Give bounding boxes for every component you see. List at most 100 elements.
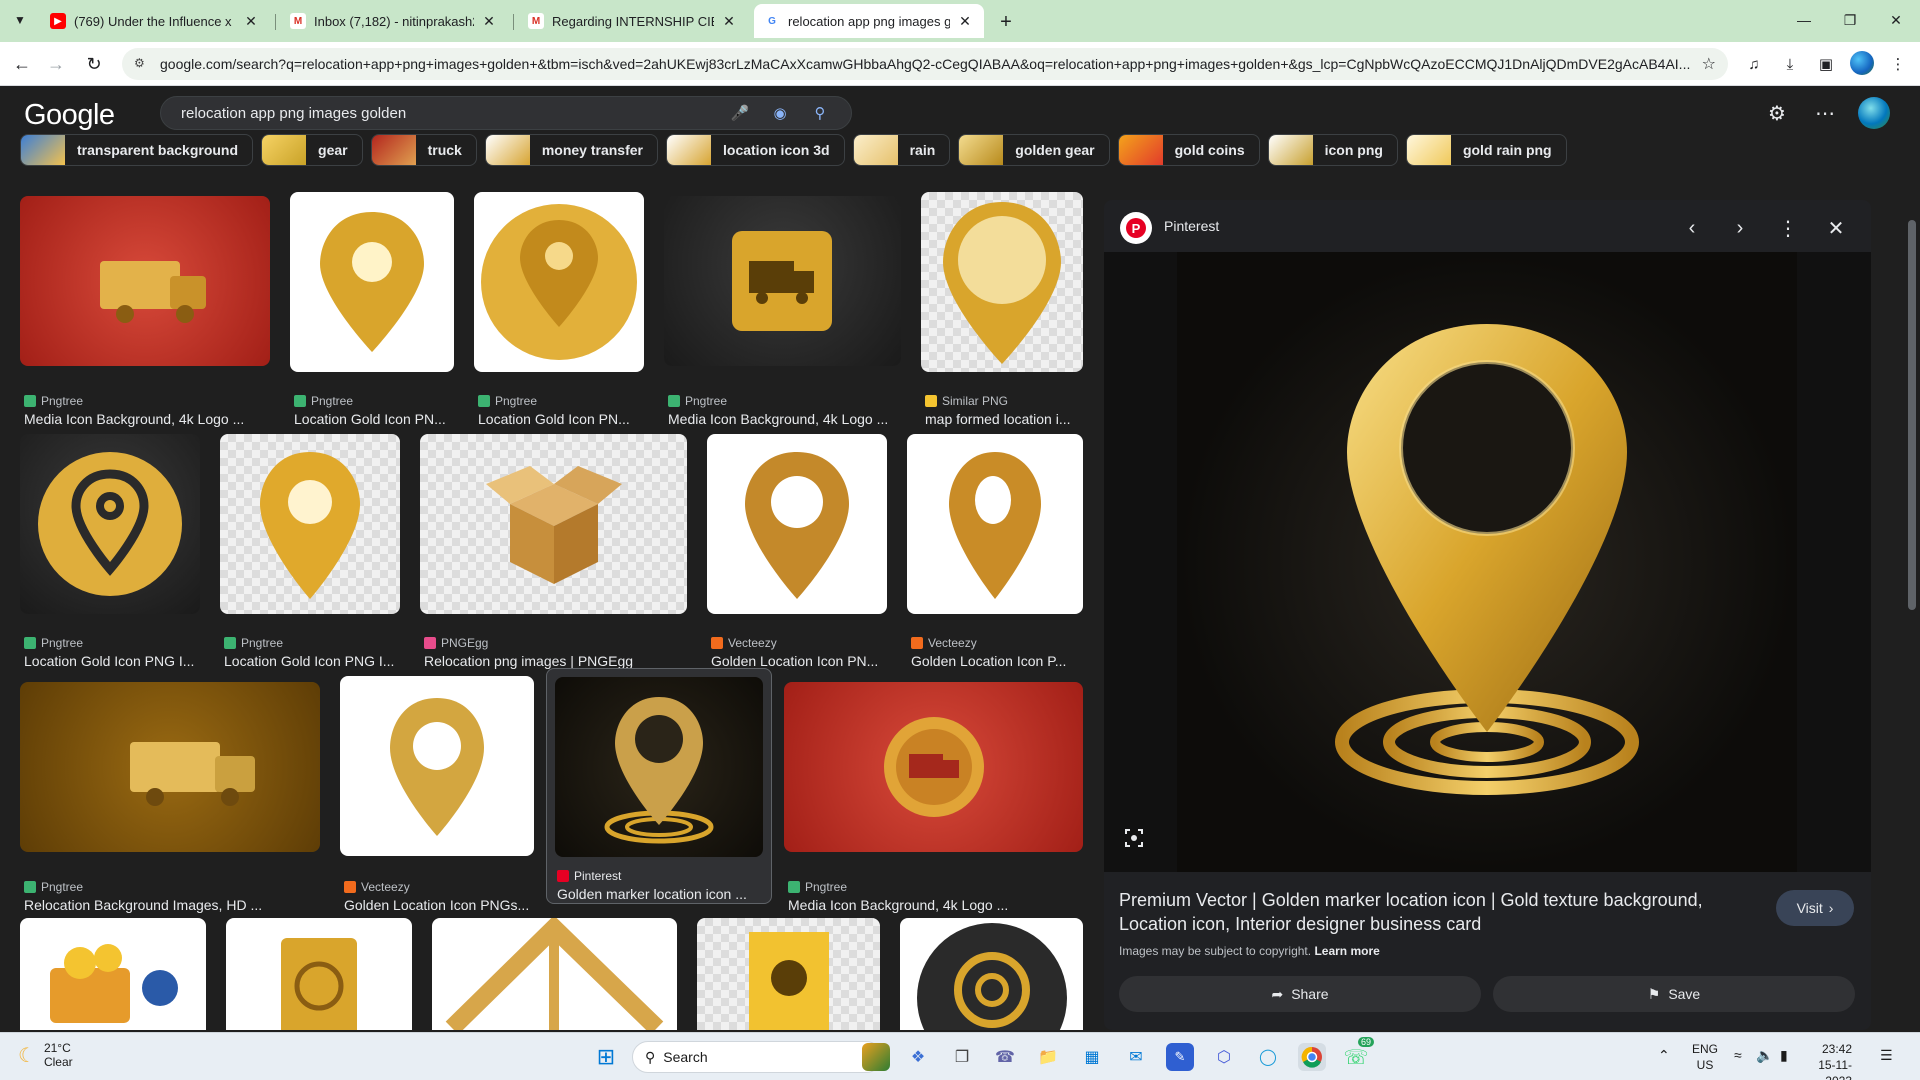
result-title[interactable]: Golden Location Icon PN... bbox=[711, 653, 887, 669]
result-card[interactable]: Vecteezy Golden Location Icon PN... bbox=[707, 434, 887, 669]
result-thumbnail[interactable] bbox=[340, 676, 534, 856]
chip-golden-gear[interactable]: golden gear bbox=[958, 134, 1110, 166]
result-title[interactable]: Media Icon Background, 4k Logo ... bbox=[24, 411, 270, 427]
chip-gear[interactable]: gear bbox=[261, 134, 363, 166]
edge-browser-icon[interactable]: ◯ bbox=[1254, 1043, 1282, 1071]
mail-icon[interactable]: ✉ bbox=[1122, 1043, 1150, 1071]
lens-search-icon[interactable] bbox=[1120, 824, 1148, 852]
result-card[interactable] bbox=[226, 918, 412, 1030]
lens-search-icon[interactable]: ◉ bbox=[769, 102, 791, 124]
page-scrollbar[interactable] bbox=[1906, 200, 1918, 1030]
result-thumbnail[interactable] bbox=[20, 682, 320, 852]
result-thumbnail[interactable] bbox=[420, 434, 687, 614]
result-title[interactable]: Media Icon Background, 4k Logo ... bbox=[668, 411, 901, 427]
result-thumbnail[interactable] bbox=[555, 677, 763, 857]
google-logo[interactable]: Google bbox=[24, 99, 115, 132]
back-arrow-icon[interactable]: ← bbox=[8, 50, 36, 78]
result-thumbnail[interactable] bbox=[220, 434, 400, 614]
previous-result-icon[interactable]: ‹ bbox=[1676, 212, 1708, 244]
result-thumbnail[interactable] bbox=[290, 192, 454, 372]
result-card[interactable] bbox=[900, 918, 1083, 1030]
volume-icon[interactable]: 🔈 bbox=[1756, 1047, 1773, 1064]
more-options-icon[interactable]: ⋮ bbox=[1772, 212, 1804, 244]
result-thumbnail[interactable] bbox=[20, 918, 206, 1030]
chip-truck[interactable]: truck bbox=[370, 134, 477, 166]
result-thumbnail[interactable] bbox=[226, 918, 412, 1030]
settings-gear-icon[interactable]: ⚙ bbox=[1764, 100, 1790, 126]
result-thumbnail[interactable] bbox=[900, 918, 1083, 1030]
result-card[interactable]: Vecteezy Golden Location Icon PNGs... bbox=[340, 676, 534, 913]
scrollbar-thumb[interactable] bbox=[1908, 220, 1916, 610]
result-card[interactable]: Vecteezy Golden Location Icon P... bbox=[907, 434, 1083, 669]
account-avatar[interactable] bbox=[1858, 97, 1890, 129]
close-tab-icon[interactable]: ✕ bbox=[956, 13, 974, 30]
reload-icon[interactable]: ↻ bbox=[80, 50, 108, 78]
result-thumbnail[interactable] bbox=[907, 434, 1083, 614]
side-panel-icon[interactable]: ▣ bbox=[1814, 52, 1838, 76]
new-tab-button[interactable]: + bbox=[992, 8, 1020, 36]
search-input[interactable] bbox=[181, 104, 711, 122]
panel-image-title[interactable]: Premium Vector | Golden marker location … bbox=[1119, 888, 1719, 936]
copilot-hex-icon[interactable]: ⬡ bbox=[1210, 1043, 1238, 1071]
result-title[interactable]: Golden Location Icon P... bbox=[911, 653, 1083, 669]
result-card[interactable] bbox=[20, 918, 206, 1030]
close-panel-icon[interactable]: ✕ bbox=[1820, 212, 1852, 244]
chip-gold-rain-png[interactable]: gold rain png bbox=[1405, 134, 1567, 166]
result-card[interactable]: Pngtree Location Gold Icon PN... bbox=[290, 192, 454, 427]
result-card[interactable]: Pngtree Relocation Background Images, HD… bbox=[20, 682, 320, 913]
result-card[interactable]: Pngtree Location Gold Icon PNG I... bbox=[220, 434, 400, 669]
chip-rain[interactable]: rain bbox=[852, 134, 951, 166]
address-bar[interactable]: ⚙ google.com/search?q=relocation+app+png… bbox=[122, 48, 1728, 80]
browser-menu-icon[interactable]: ⋮ bbox=[1886, 52, 1910, 76]
close-tab-icon[interactable]: ✕ bbox=[720, 13, 738, 30]
result-thumbnail[interactable] bbox=[707, 434, 887, 614]
chip-location-icon-3d[interactable]: location icon 3d bbox=[666, 134, 845, 166]
search-box[interactable]: 🎤 ◉ ⚲ bbox=[160, 96, 852, 130]
result-thumbnail[interactable] bbox=[20, 196, 270, 366]
share-button[interactable]: ➦ Share bbox=[1119, 976, 1481, 1012]
voice-search-icon[interactable]: 🎤 bbox=[729, 102, 751, 124]
chrome-browser-icon[interactable] bbox=[1298, 1043, 1326, 1071]
result-card[interactable]: Pngtree Media Icon Background, 4k Logo .… bbox=[664, 196, 901, 427]
result-title[interactable]: map formed location i... bbox=[925, 411, 1083, 427]
media-controls-icon[interactable]: ♫ bbox=[1742, 52, 1766, 76]
clock[interactable]: 23:42 15-11-2023 bbox=[1800, 1041, 1852, 1080]
task-view-icon[interactable]: ❐ bbox=[948, 1043, 976, 1071]
visit-button[interactable]: Visit › bbox=[1776, 890, 1854, 926]
taskbar-search[interactable]: ⚲ Search bbox=[632, 1041, 882, 1073]
learn-more-link[interactable]: Learn more bbox=[1314, 944, 1379, 958]
result-thumbnail[interactable] bbox=[432, 918, 677, 1030]
result-card[interactable]: Pngtree Media Icon Background, 4k Logo .… bbox=[20, 196, 270, 427]
widgets-icon[interactable]: ❖ bbox=[904, 1043, 932, 1071]
next-result-icon[interactable]: › bbox=[1724, 212, 1756, 244]
tab-search-button[interactable]: ▼ bbox=[8, 8, 32, 32]
windows-start-icon[interactable]: ⊞ bbox=[592, 1043, 620, 1071]
minimize-icon[interactable]: — bbox=[1792, 8, 1816, 32]
apps-grid-icon[interactable]: ⋯ bbox=[1812, 100, 1838, 126]
close-tab-icon[interactable]: ✕ bbox=[480, 13, 498, 30]
forward-arrow-icon[interactable]: → bbox=[42, 50, 70, 78]
battery-icon[interactable]: ▮ bbox=[1780, 1047, 1788, 1064]
file-explorer-icon[interactable]: 📁 bbox=[1034, 1043, 1062, 1071]
result-thumbnail[interactable] bbox=[921, 192, 1083, 372]
chip-gold-coins[interactable]: gold coins bbox=[1117, 134, 1260, 166]
wifi-icon[interactable]: ≈ bbox=[1734, 1047, 1742, 1063]
microsoft-store-icon[interactable]: ▦ bbox=[1078, 1043, 1106, 1071]
teams-chat-icon[interactable]: ☎ bbox=[991, 1043, 1019, 1071]
whatsapp-icon[interactable]: ☏ 69 bbox=[1342, 1037, 1375, 1071]
result-card[interactable]: Similar PNG map formed location i... bbox=[921, 192, 1083, 427]
copilot-icon[interactable] bbox=[862, 1043, 890, 1071]
result-title[interactable]: Location Gold Icon PNG I... bbox=[24, 653, 200, 669]
preview-image[interactable] bbox=[1177, 252, 1797, 872]
tab-google-images[interactable]: G relocation app png images gol ✕ bbox=[754, 4, 984, 38]
close-window-icon[interactable]: ✕ bbox=[1884, 8, 1908, 32]
result-card-selected[interactable]: Pinterest Golden marker location icon ..… bbox=[546, 668, 772, 904]
notifications-icon[interactable]: ☰ bbox=[1880, 1047, 1893, 1064]
search-icon[interactable]: ⚲ bbox=[809, 102, 831, 124]
result-thumbnail[interactable] bbox=[474, 192, 644, 372]
result-thumbnail[interactable] bbox=[20, 434, 200, 614]
restore-icon[interactable]: ❐ bbox=[1838, 8, 1862, 32]
tab-gmail-internship[interactable]: M Regarding INTERNSHIP CIE SC ✕ bbox=[518, 4, 748, 38]
result-title[interactable]: Relocation png images | PNGEgg bbox=[424, 653, 687, 669]
close-tab-icon[interactable]: ✕ bbox=[242, 13, 260, 30]
